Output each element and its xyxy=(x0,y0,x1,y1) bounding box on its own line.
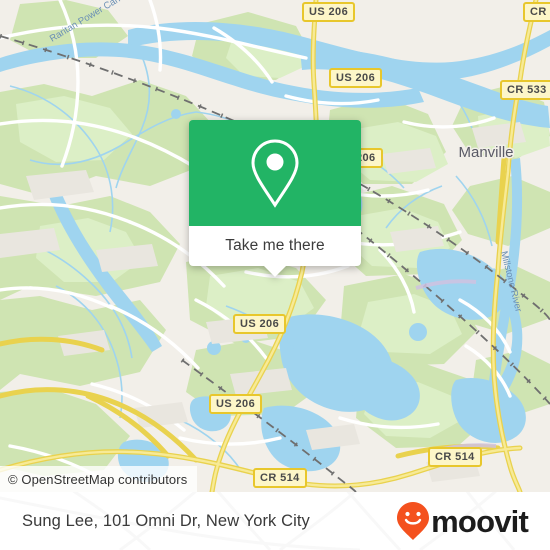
road-shield-us-206-mid[interactable]: US 206 xyxy=(233,314,287,334)
popup-tail xyxy=(264,266,286,277)
moovit-logo[interactable]: moovit xyxy=(396,501,529,541)
road-shield-us-206-upper[interactable]: US 206 xyxy=(329,68,383,88)
map-pin-icon xyxy=(251,139,299,208)
location-popup-card[interactable]: Take me there xyxy=(189,120,361,277)
road-shield-cr-514-right[interactable]: CR 514 xyxy=(428,447,482,467)
bottom-info-bar: Sung Lee, 101 Omni Dr, New York City moo… xyxy=(0,492,550,550)
take-me-there-label: Take me there xyxy=(225,237,325,254)
road-shield-cr-corner[interactable]: CR xyxy=(523,2,550,22)
moovit-wordmark: moovit xyxy=(431,503,529,539)
road-shield-us-206-top[interactable]: US 206 xyxy=(302,2,356,22)
osm-attribution-text: © OpenStreetMap contributors xyxy=(8,471,188,487)
road-shield-cr-533[interactable]: CR 533 xyxy=(500,80,550,100)
place-label-manville: Manville xyxy=(458,144,513,161)
map-screen: Raritan Power Canal Millstone River Manv… xyxy=(0,0,550,550)
popup-body xyxy=(189,120,361,226)
osm-attribution[interactable]: © OpenStreetMap contributors xyxy=(0,466,198,492)
location-address: Sung Lee, 101 Omni Dr, New York City xyxy=(22,511,310,530)
moovit-smiley-pin-icon xyxy=(397,502,430,540)
road-shield-cr-514-left[interactable]: CR 514 xyxy=(253,468,307,488)
popup-footer[interactable]: Take me there xyxy=(189,226,361,277)
road-shield-us-206-lower[interactable]: US 206 xyxy=(209,394,263,414)
